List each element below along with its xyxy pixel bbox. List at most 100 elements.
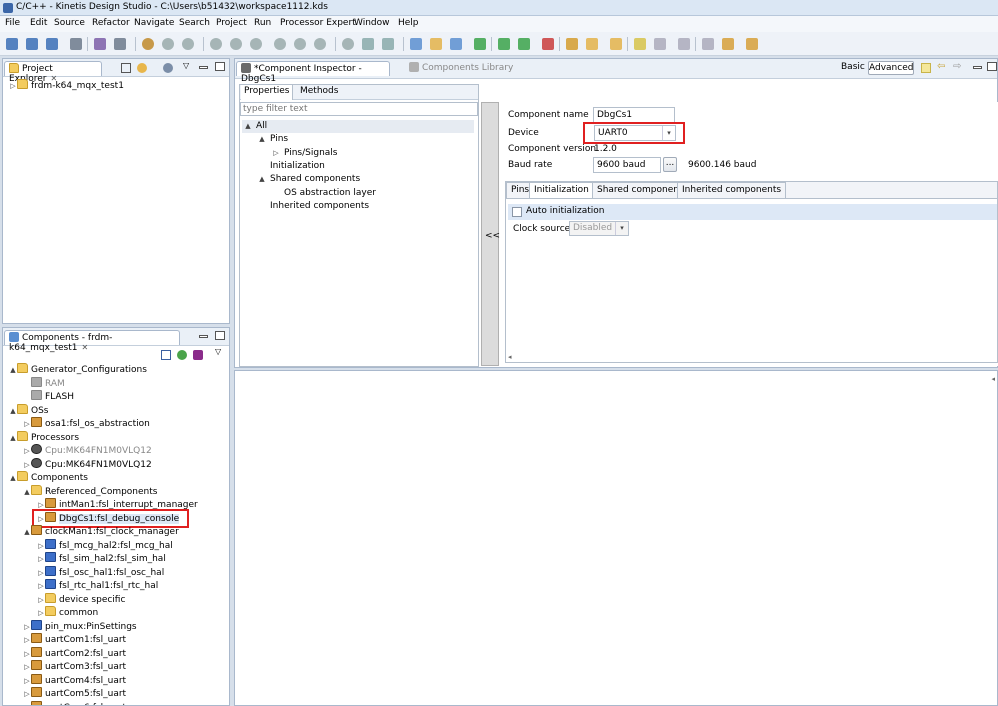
- resume-icon[interactable]: [182, 38, 194, 50]
- property-tree-item[interactable]: OS abstraction layer: [272, 187, 376, 200]
- component-tree-item[interactable]: ▲ Referenced_Components: [23, 484, 157, 498]
- step-over-icon[interactable]: [274, 38, 286, 50]
- collapse-icon[interactable]: ▲: [9, 472, 17, 485]
- debug-run-icon[interactable]: [498, 38, 510, 50]
- component-tree-item[interactable]: ▷ uartCom2:fsl_uart: [23, 646, 126, 661]
- expand-icon[interactable]: ▷: [37, 553, 45, 566]
- collapse-bar[interactable]: <<: [481, 102, 500, 366]
- terminate-icon[interactable]: [230, 38, 242, 50]
- collapse-icon[interactable]: ▲: [23, 526, 31, 539]
- tab-inherited-components[interactable]: Inherited components: [677, 182, 787, 198]
- minimize-icon[interactable]: [199, 66, 208, 69]
- collapse-icon[interactable]: ▲: [9, 364, 17, 377]
- component-tree-item[interactable]: ▷ fsl_rtc_hal1:fsl_rtc_hal: [37, 579, 158, 592]
- component-tree-item[interactable]: ▲ Generator_Configurations: [9, 363, 147, 376]
- component-tree-item[interactable]: ▷ common: [37, 606, 98, 619]
- menu-refactor[interactable]: Refactor: [92, 18, 130, 28]
- minimize-icon[interactable]: [973, 66, 982, 69]
- tab-components[interactable]: Components - frdm-k64_mqx_test1 ✕: [4, 330, 180, 353]
- save-icon[interactable]: [26, 38, 38, 50]
- component-name-field[interactable]: DbgCs1: [593, 107, 675, 123]
- component-tree-item[interactable]: ▲ Components: [9, 471, 88, 484]
- tab-component-inspector[interactable]: *Component Inspector - DbgCs1: [236, 61, 390, 84]
- menu-window[interactable]: Window: [354, 18, 390, 28]
- next-annotation-icon[interactable]: [678, 38, 690, 50]
- expand-icon[interactable]: ▷: [23, 675, 31, 688]
- collapse-icon[interactable]: ▲: [258, 133, 266, 146]
- property-tree-item[interactable]: Inherited components: [258, 200, 369, 213]
- component-tree-item[interactable]: ▷ uartCom6:fsl_uart: [23, 700, 126, 706]
- refresh-icon[interactable]: [474, 38, 486, 50]
- menu-run[interactable]: Run: [254, 18, 271, 28]
- minimize-icon[interactable]: [199, 335, 208, 338]
- menu-edit[interactable]: Edit: [30, 18, 47, 28]
- menu-navigate[interactable]: Navigate: [134, 18, 174, 28]
- menu-help[interactable]: Help: [398, 18, 419, 28]
- component-tree-item[interactable]: ▷ device specific: [37, 592, 125, 606]
- step-into-icon[interactable]: [250, 38, 262, 50]
- baud-rate-field[interactable]: 9600 baud: [593, 157, 661, 173]
- expand-icon[interactable]: ▷: [37, 540, 45, 553]
- tab-initialization[interactable]: Initialization: [529, 182, 594, 198]
- component-tree-item[interactable]: ▷ uartCom5:fsl_uart: [23, 687, 126, 700]
- collapse-icon[interactable]: ▲: [258, 173, 266, 186]
- build-icon[interactable]: [94, 38, 106, 50]
- back-icon[interactable]: [722, 38, 734, 50]
- expand-icon[interactable]: ▷: [23, 661, 31, 674]
- component-tree-item[interactable]: ▷ osa1:fsl_os_abstraction: [23, 417, 150, 430]
- collapse-icon[interactable]: ▲: [244, 120, 252, 133]
- new-class-icon[interactable]: [410, 38, 422, 50]
- use-step-icon[interactable]: [342, 38, 354, 50]
- filter-input[interactable]: [240, 102, 478, 116]
- new-folder-icon[interactable]: [430, 38, 442, 50]
- filter-icon[interactable]: [163, 63, 173, 73]
- menu-search[interactable]: Search: [179, 18, 210, 28]
- coverage-icon[interactable]: [566, 38, 578, 50]
- auto-init-checkbox[interactable]: [512, 207, 522, 217]
- expand-icon[interactable]: ▷: [23, 459, 31, 472]
- view-menu-icon[interactable]: ▽: [183, 61, 193, 71]
- property-tree-item[interactable]: Initialization: [258, 160, 325, 173]
- component-tree-item[interactable]: ▷ uartCom4:fsl_uart: [23, 673, 126, 688]
- property-tree-item[interactable]: ▲ Pins: [258, 133, 288, 146]
- note-icon[interactable]: [921, 63, 931, 73]
- mode-advanced-button[interactable]: Advanced: [868, 61, 914, 75]
- expand-icon[interactable]: ▷: [37, 567, 45, 580]
- scroll-left-icon[interactable]: ◂: [508, 353, 512, 361]
- menu-project[interactable]: Project: [216, 18, 247, 28]
- maximize-icon[interactable]: [215, 62, 225, 71]
- new-file-icon[interactable]: [450, 38, 462, 50]
- step-return-icon[interactable]: [294, 38, 306, 50]
- component-tree-item[interactable]: ▷ fsl_sim_hal2:fsl_sim_hal: [37, 552, 166, 565]
- expand-icon[interactable]: ▷: [23, 702, 31, 706]
- dropdown-arrow-icon[interactable]: ▾: [615, 222, 628, 235]
- property-tree-item[interactable]: ▲ All: [242, 120, 474, 133]
- component-tree-item[interactable]: FLASH: [23, 390, 74, 403]
- tab-properties[interactable]: Properties: [241, 85, 294, 100]
- clock-source-select[interactable]: Disabled ▾: [569, 221, 629, 236]
- expand-icon[interactable]: ▷: [23, 634, 31, 647]
- expand-icon[interactable]: ▷: [9, 80, 17, 93]
- menu-processor-expert[interactable]: Processor Expert: [280, 18, 356, 28]
- baud-rate-button[interactable]: ...: [663, 157, 677, 172]
- save-all-icon[interactable]: [46, 38, 58, 50]
- settings-icon[interactable]: [114, 38, 126, 50]
- property-tree-item[interactable]: ▷ Pins/Signals: [272, 147, 337, 160]
- tab-components-library[interactable]: Components Library: [405, 61, 517, 76]
- expand-icon[interactable]: ▷: [23, 648, 31, 661]
- sync-icon[interactable]: [177, 350, 187, 360]
- collapse-icon[interactable]: ▲: [9, 432, 17, 445]
- maximize-icon[interactable]: [987, 62, 997, 71]
- skip-icon[interactable]: [162, 38, 174, 50]
- collapse-icon[interactable]: ▲: [9, 405, 17, 418]
- property-tree-item[interactable]: ▲ Shared components: [258, 173, 360, 186]
- tool1-icon[interactable]: [362, 38, 374, 50]
- component-tree-item[interactable]: ▷ fsl_osc_hal1:fsl_osc_hal: [37, 565, 164, 580]
- forward-icon[interactable]: [746, 38, 758, 50]
- collapse-all-icon[interactable]: [161, 350, 171, 360]
- expand-icon[interactable]: ▷: [37, 607, 45, 620]
- run-icon[interactable]: [518, 38, 530, 50]
- external-tool-icon[interactable]: [542, 38, 554, 50]
- search-icon[interactable]: [634, 38, 646, 50]
- generate-code-icon[interactable]: [193, 350, 203, 360]
